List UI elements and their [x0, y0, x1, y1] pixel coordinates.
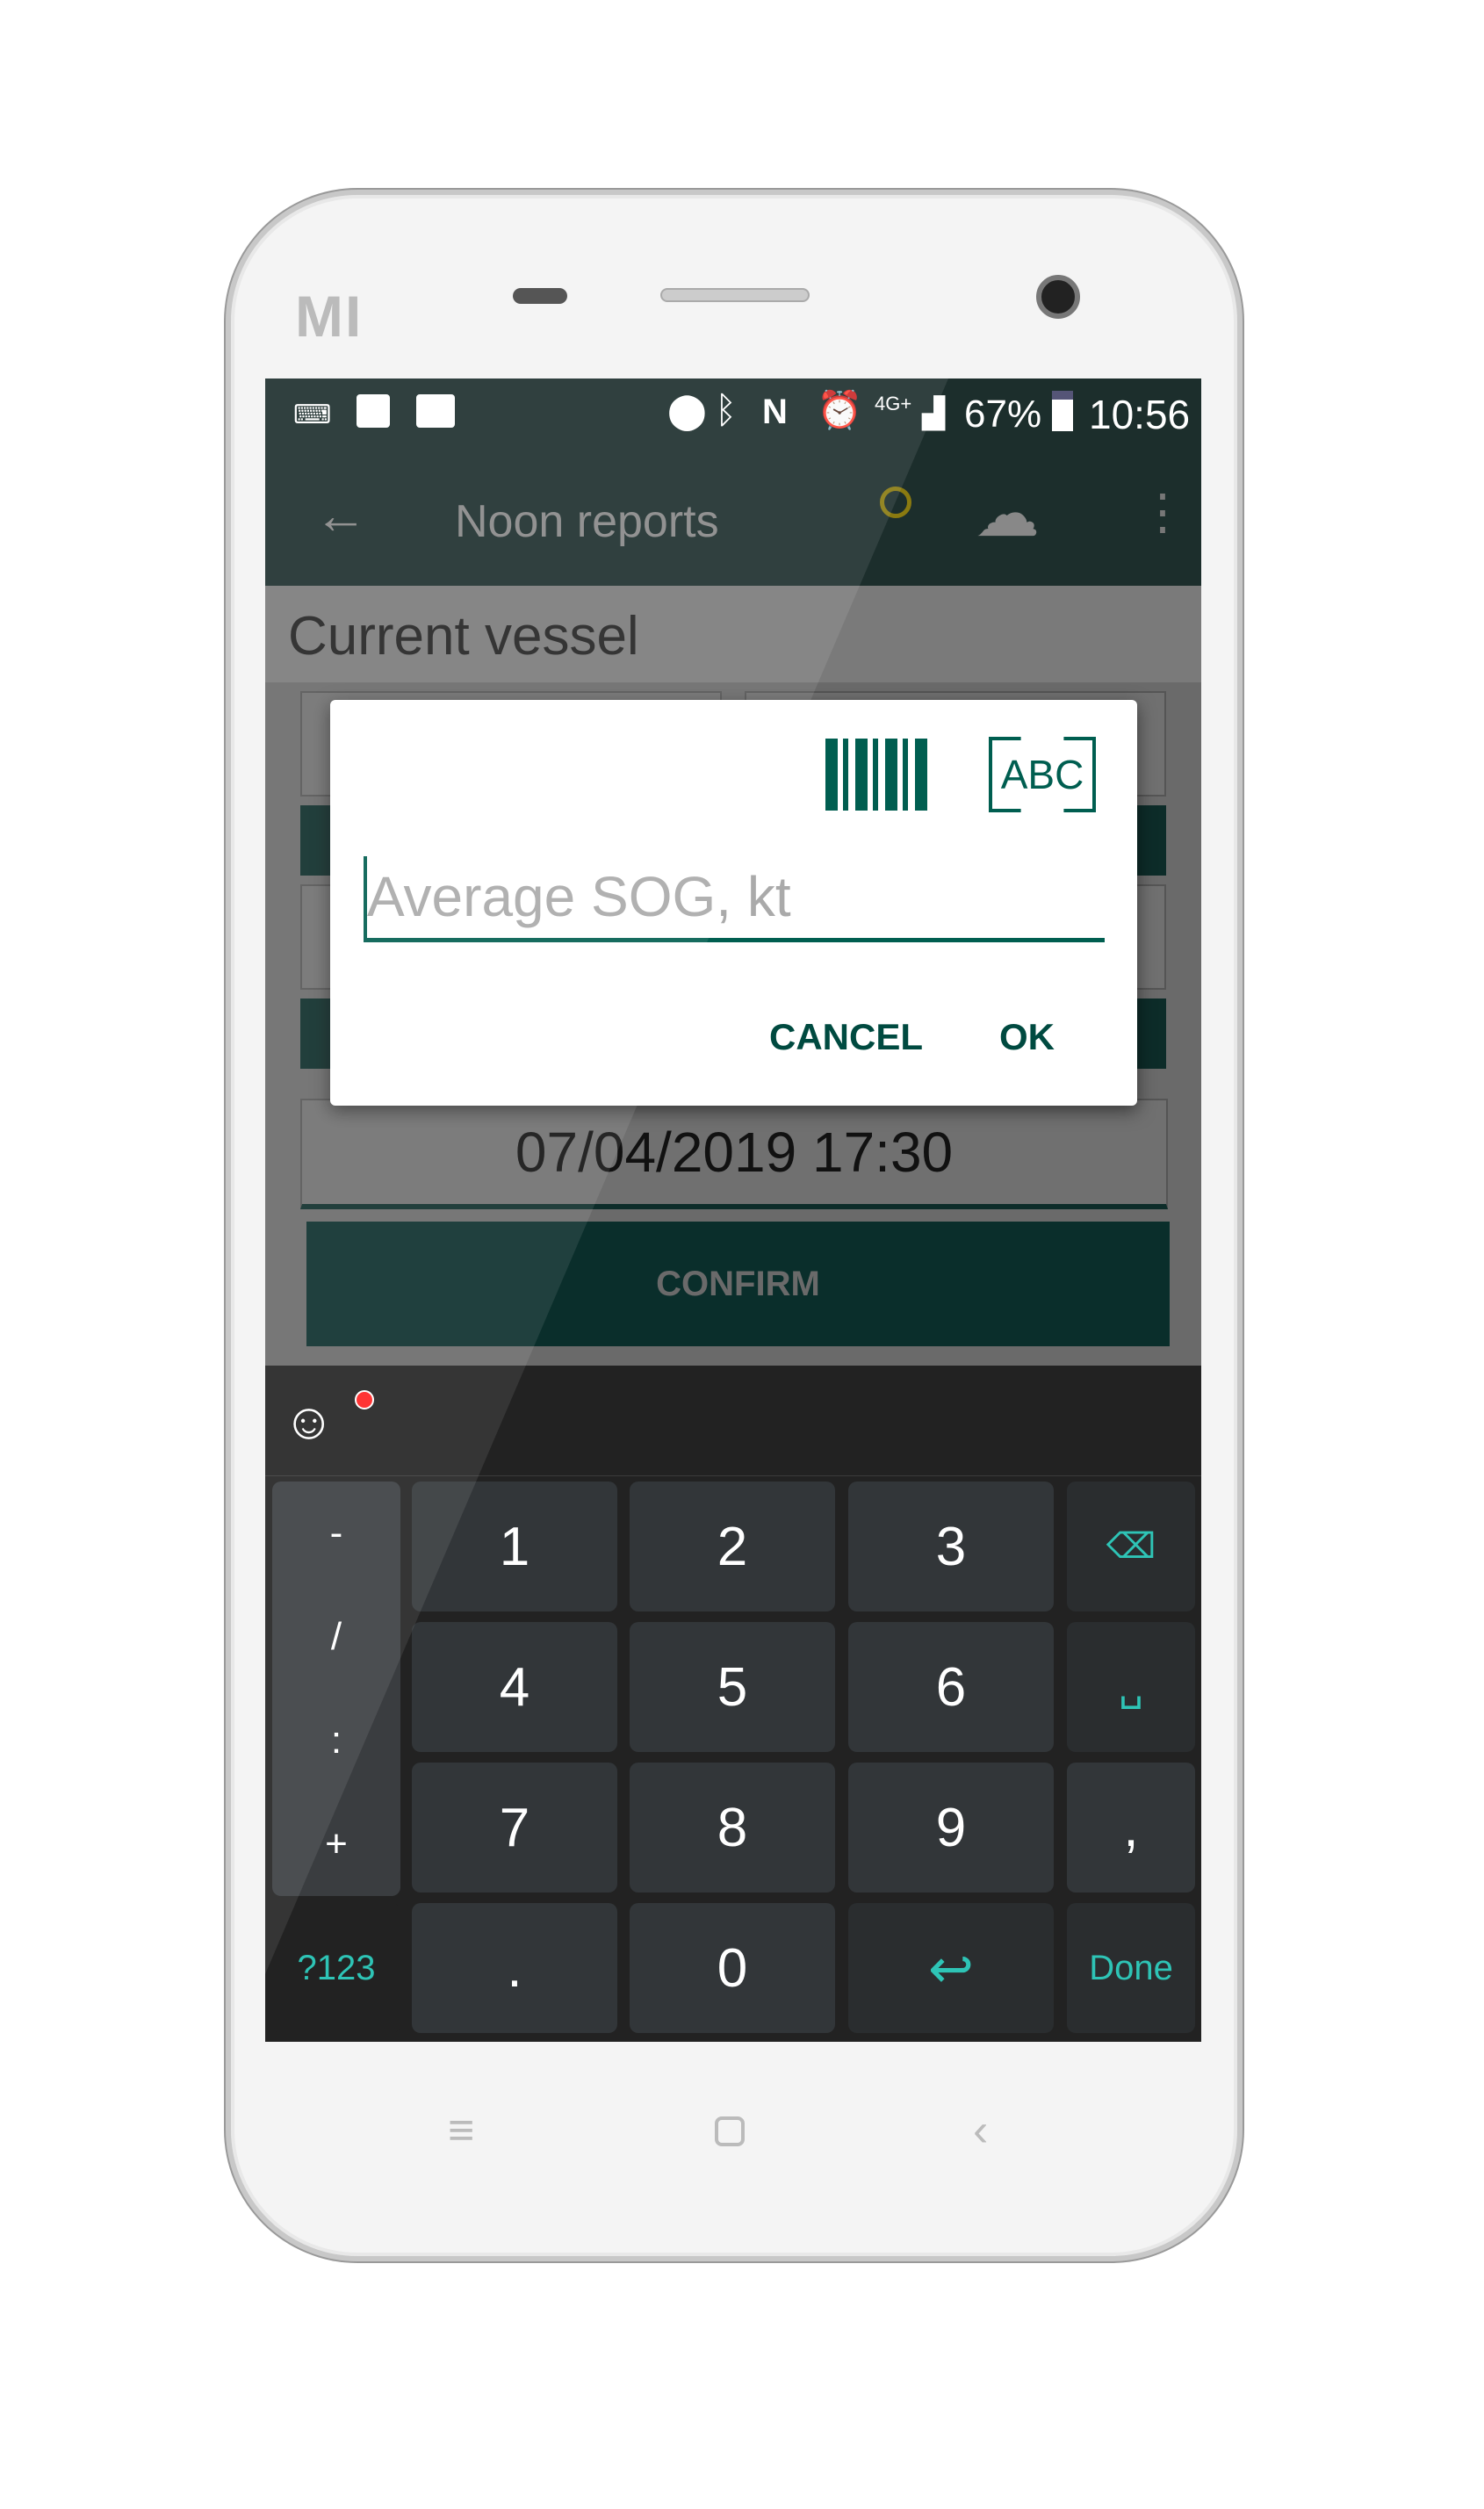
key-5[interactable]: 5: [630, 1622, 835, 1752]
app-toolbar: ← Noon reports ☁ ⋮: [265, 450, 1201, 586]
keyboard-suggestion-bar: ☺: [265, 1366, 1201, 1476]
battery-percent: 67%: [964, 393, 1042, 436]
key-backspace[interactable]: ⌫: [1067, 1482, 1195, 1611]
image-icon: [357, 394, 390, 428]
location-icon: ⬤: [667, 392, 707, 430]
more-vert-icon[interactable]: ⋮: [1138, 483, 1187, 541]
confirm-label: CONFIRM: [656, 1264, 820, 1303]
date-value: 07/04/2019 17:30: [515, 1121, 954, 1184]
nav-back-icon[interactable]: ‹: [973, 2104, 988, 2157]
bluetooth-icon: ᛒ: [715, 389, 738, 430]
key-enter[interactable]: ↩: [848, 1903, 1054, 2033]
key-done[interactable]: Done: [1067, 1903, 1195, 2033]
earpiece: [513, 288, 567, 304]
key-colon[interactable]: :: [331, 1719, 342, 1763]
key-6[interactable]: 6: [848, 1622, 1054, 1752]
key-3[interactable]: 3: [848, 1482, 1054, 1611]
nav-home-icon[interactable]: [715, 2116, 745, 2146]
key-9[interactable]: 9: [848, 1763, 1054, 1893]
date-field[interactable]: 07/04/2019 17:30: [300, 1099, 1168, 1209]
clock: 10:56: [1089, 392, 1191, 437]
cloud-check-icon[interactable]: ☁: [975, 476, 1040, 552]
back-arrow-icon[interactable]: ←: [314, 485, 367, 545]
key-7[interactable]: 7: [412, 1763, 617, 1893]
section-title: Current vessel: [288, 606, 639, 667]
network-type: 4G+: [875, 393, 912, 415]
text-scan-label: ABC: [997, 751, 1088, 798]
side-keys-panel: - / : +: [272, 1482, 400, 1896]
input-dialog: ABC Average SOG, kt CANCEL OK: [330, 700, 1137, 1106]
nav-menu-icon[interactable]: ≡: [448, 2104, 474, 2157]
alarm-icon: ⏰: [817, 389, 863, 430]
backspace-icon: ⌫: [1106, 1527, 1156, 1566]
key-0[interactable]: 0: [630, 1903, 835, 2033]
keyboard-icon: ⌨: [293, 400, 332, 429]
pulse-icon: [416, 394, 455, 428]
toolbar-title: Noon reports: [455, 496, 719, 547]
keyboard: ☺ - / : + 1 2 3 ⌫ 4 5 6 ␣ 7 8 9 , ?123 .…: [265, 1366, 1201, 2042]
nfc-icon: N: [762, 393, 788, 431]
screen: ⌨ ⬤ ᛒ N ⏰ 4G+ ▟ 67% 10:56 ← Noon reports…: [265, 379, 1201, 2042]
key-1[interactable]: 1: [412, 1482, 617, 1611]
key-4[interactable]: 4: [412, 1622, 617, 1752]
front-camera: [1036, 275, 1080, 319]
section-header: Current vessel: [265, 586, 1201, 682]
signal-icon: ▟: [922, 397, 946, 430]
key-slash[interactable]: /: [331, 1615, 342, 1659]
key-comma[interactable]: ,: [1067, 1763, 1195, 1893]
cancel-button[interactable]: CANCEL: [769, 1016, 923, 1058]
speaker-grille: [660, 288, 810, 302]
key-symbols[interactable]: ?123: [272, 1903, 400, 2033]
enter-icon: ↩: [928, 1938, 974, 2000]
keyboard-logo-icon[interactable]: ☺: [283, 1392, 335, 1451]
key-8[interactable]: 8: [630, 1763, 835, 1893]
ok-button[interactable]: OK: [999, 1016, 1055, 1058]
status-bar: ⌨ ⬤ ᛒ N ⏰ 4G+ ▟ 67% 10:56: [265, 379, 1201, 450]
key-minus[interactable]: -: [330, 1511, 343, 1555]
sog-input[interactable]: Average SOG, kt: [364, 856, 1105, 942]
space-icon: ␣: [1119, 1665, 1143, 1709]
location-clock-icon[interactable]: [880, 487, 911, 518]
barcode-scan-icon[interactable]: [825, 739, 931, 811]
battery-icon: [1052, 391, 1073, 431]
brand-logo: MI: [295, 284, 364, 349]
key-2[interactable]: 2: [630, 1482, 835, 1611]
confirm-button[interactable]: CONFIRM: [306, 1222, 1170, 1346]
key-plus[interactable]: +: [325, 1822, 348, 1866]
notification-dot: [355, 1390, 374, 1410]
sog-input-placeholder: Average SOG, kt: [367, 865, 791, 928]
key-dot[interactable]: .: [412, 1903, 617, 2033]
key-space[interactable]: ␣: [1067, 1622, 1195, 1752]
text-scan-icon[interactable]: ABC: [989, 737, 1096, 812]
